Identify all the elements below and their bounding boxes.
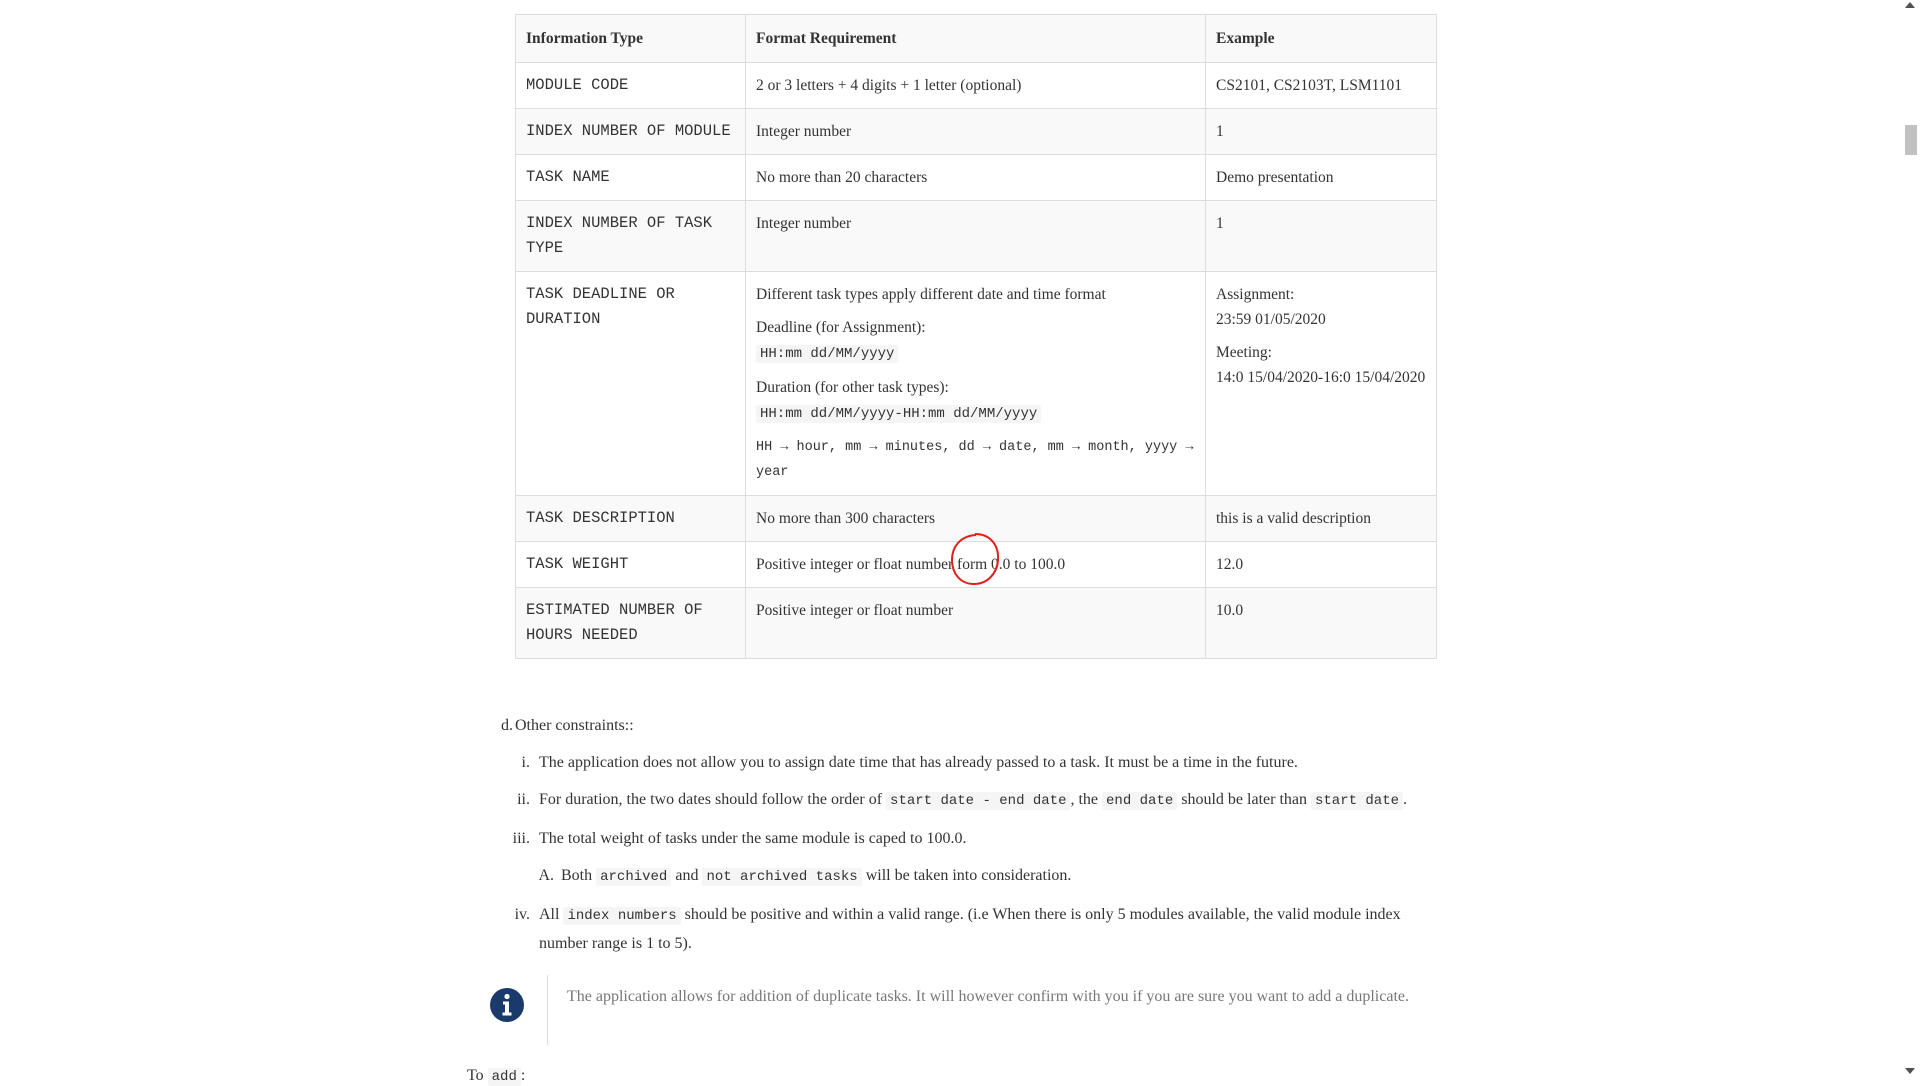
add-command-intro: To add: — [467, 1067, 526, 1086]
list-item-text: . — [1403, 791, 1408, 808]
inline-code: not archived tasks — [702, 868, 862, 886]
example-cell: this is a valid description — [1205, 495, 1437, 542]
info-icon — [489, 987, 525, 1023]
inline-code: end date — [1102, 792, 1178, 810]
example-meeting-value: 14:0 15/04/2020-16:0 15/04/2020 — [1216, 369, 1426, 386]
table-row: TASK NAME No more than 20 characters Dem… — [515, 154, 1437, 201]
intro-text: : — [520, 1067, 526, 1084]
list-item-text: should be later than — [1177, 791, 1311, 808]
red-circle-annotation — [951, 533, 1000, 586]
list-marker: iii. — [512, 830, 530, 847]
table-row: INDEX NUMBER OF MODULE Integer number 1 — [515, 108, 1437, 155]
format-cell: 2 or 3 letters + 4 digits + 1 letter (op… — [745, 62, 1206, 109]
table-row: TASK WEIGHT Positive integer or float nu… — [515, 533, 1437, 588]
constraints-heading-item: d. Other constraints:: — [490, 712, 1450, 739]
table-header-row: Information Type Format Requirement Exam… — [515, 14, 1437, 63]
table-row: TASK DEADLINE OR DURATION Different task… — [515, 271, 1437, 496]
table-row: MODULE CODE 2 or 3 letters + 4 digits + … — [515, 62, 1437, 109]
scroll-down-arrow-icon[interactable] — [1905, 1068, 1915, 1074]
info-type-cell: INDEX NUMBER OF MODULE — [515, 108, 746, 155]
example-cell: 1 — [1205, 200, 1437, 272]
scrollbar-thumb[interactable] — [1905, 125, 1917, 155]
example-cell: 12.0 — [1205, 541, 1437, 588]
list-item-text: Both — [561, 867, 597, 884]
list-marker: i. — [521, 754, 530, 771]
info-note: The application allows for addition of d… — [489, 975, 1449, 1045]
list-marker: d. — [501, 717, 513, 734]
list-item-text: For duration, the two dates should follo… — [539, 791, 887, 808]
list-item: ii. For duration, the two dates should f… — [490, 786, 1450, 815]
list-marker: ii. — [517, 791, 530, 808]
format-cell: Different task types apply different dat… — [745, 271, 1206, 496]
list-marker: A. — [538, 867, 554, 884]
info-type-cell: TASK WEIGHT — [515, 541, 746, 588]
deadline-label: Deadline (for Assignment): — [756, 319, 926, 336]
deadline-block: Deadline (for Assignment): HH:mm dd/MM/y… — [756, 315, 1195, 367]
format-legend: HH → hour, mm → minutes, dd → date, mm →… — [756, 440, 1194, 480]
list-item: iv. All index numbers should be positive… — [490, 901, 1450, 957]
table-row: INDEX NUMBER OF TASK TYPE Integer number… — [515, 200, 1437, 272]
example-cell: Assignment: 23:59 01/05/2020 Meeting: 14… — [1205, 271, 1437, 496]
note-text: The application allows for addition of d… — [567, 988, 1409, 1005]
info-type-cell: TASK DESCRIPTION — [515, 495, 746, 542]
vertical-scrollbar[interactable] — [1900, 0, 1920, 1080]
example-assignment-label: Assignment: — [1216, 286, 1295, 303]
info-type-cell: INDEX NUMBER OF TASK TYPE — [515, 200, 746, 272]
intro-text: To — [467, 1067, 488, 1084]
list-item: iii. The total weight of tasks under the… — [490, 825, 1450, 852]
header-example: Example — [1205, 14, 1437, 63]
inline-code: add — [487, 1068, 521, 1086]
example-assignment: Assignment: 23:59 01/05/2020 — [1216, 282, 1426, 332]
format-cell: Positive integer or float number — [745, 587, 1206, 659]
header-information-type: Information Type — [515, 14, 746, 63]
info-type-cell: MODULE CODE — [515, 62, 746, 109]
example-cell: Demo presentation — [1205, 154, 1437, 201]
format-intro: Different task types apply different dat… — [756, 286, 1106, 303]
list-marker: iv. — [514, 906, 530, 923]
requirements-table: Information Type Format Requirement Exam… — [515, 14, 1437, 659]
example-cell: 1 — [1205, 108, 1437, 155]
inline-code: archived — [596, 868, 672, 886]
format-cell: Integer number — [745, 200, 1206, 272]
list-item-text: will be taken into consideration. — [861, 867, 1072, 884]
deadline-format-code: HH:mm dd/MM/yyyy — [756, 345, 899, 363]
list-item-text: The application does not allow you to as… — [539, 754, 1298, 771]
format-cell: Integer number — [745, 108, 1206, 155]
duration-block: Duration (for other task types): HH:mm d… — [756, 375, 1195, 427]
list-item-text: The total weight of tasks under the same… — [539, 830, 967, 847]
info-type-cell: ESTIMATED NUMBER OF HOURS NEEDED — [515, 587, 746, 659]
format-cell: Positive integer or float number form 0.… — [745, 533, 1206, 588]
info-type-cell: TASK DEADLINE OR DURATION — [515, 271, 746, 496]
duration-label: Duration (for other task types): — [756, 379, 949, 396]
example-meeting: Meeting: 14:0 15/04/2020-16:0 15/04/2020 — [1216, 340, 1426, 390]
example-cell: CS2101, CS2103T, LSM1101 — [1205, 62, 1437, 109]
note-divider — [547, 975, 548, 1045]
list-item-text: , the — [1070, 791, 1103, 808]
format-cell: No more than 20 characters — [745, 154, 1206, 201]
inline-code: start date — [1311, 792, 1404, 810]
list-item-text: All — [539, 906, 564, 923]
format-text-before: Positive integer or float number — [756, 556, 958, 573]
list-item-text: and — [671, 867, 703, 884]
other-constraints: d. Other constraints:: i. The applicatio… — [490, 712, 1450, 967]
document-content: Information Type Format Requirement Exam… — [0, 0, 1900, 1086]
header-format-requirement: Format Requirement — [745, 14, 1206, 63]
example-assignment-value: 23:59 01/05/2020 — [1216, 311, 1326, 328]
example-cell: 10.0 — [1205, 587, 1437, 659]
list-item: A. Both archived and not archived tasks … — [490, 862, 1450, 891]
circled-word: form — [951, 533, 1000, 586]
scroll-up-arrow-icon[interactable] — [1905, 2, 1915, 8]
info-type-cell: TASK NAME — [515, 154, 746, 201]
table-row: ESTIMATED NUMBER OF HOURS NEEDED Positiv… — [515, 587, 1437, 659]
list-item: i. The application does not allow you to… — [490, 749, 1450, 776]
inline-code: start date - end date — [886, 792, 1071, 810]
duration-format-code: HH:mm dd/MM/yyyy-HH:mm dd/MM/yyyy — [756, 405, 1042, 423]
example-meeting-label: Meeting: — [1216, 344, 1272, 361]
inline-code: index numbers — [563, 907, 681, 925]
constraints-heading: Other constraints:: — [515, 717, 634, 734]
